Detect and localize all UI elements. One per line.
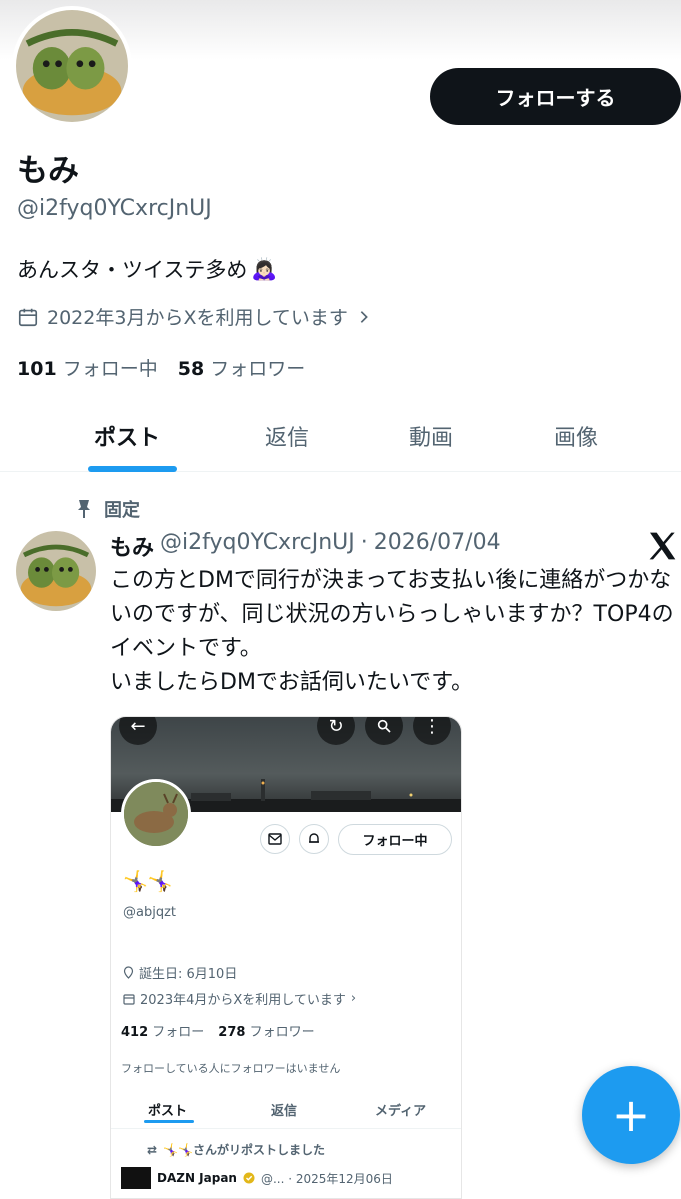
- follow-button[interactable]: フォローする: [430, 68, 681, 125]
- followers-label: フォロワー: [210, 358, 306, 380]
- following-link[interactable]: 101 フォロー中: [17, 354, 158, 381]
- screenshot-repost-indicator: ⇄ 🤸‍♀️🤸‍♀️さんがリポストしました: [147, 1141, 325, 1158]
- profile-bio: あんスタ・ツイステ多め 🙇🏻‍♀️: [17, 254, 278, 284]
- screenshot-avatar: [121, 779, 191, 849]
- joined-date[interactable]: 2022年3月からXを利用しています: [17, 303, 372, 330]
- screenshot-divider: [111, 1128, 461, 1129]
- calendar-icon: [18, 308, 38, 326]
- post-avatar[interactable]: [16, 531, 96, 611]
- screenshot-display-name: 🤸‍♀️🤸‍♀️: [123, 869, 173, 893]
- followers-link[interactable]: 58 フォロワー: [178, 354, 306, 381]
- screenshot-handle: @abjqzt: [123, 905, 177, 920]
- bio-emoji: 🙇🏻‍♀️: [251, 256, 278, 281]
- active-tab-indicator: [88, 466, 177, 472]
- screenshot-message-icon: [260, 824, 290, 854]
- repost-icon: ⇄: [147, 1142, 158, 1157]
- screenshot-active-tab-indicator: [144, 1120, 194, 1123]
- chevron-right-icon: [360, 310, 368, 323]
- avatar-image: [16, 10, 128, 122]
- profile-handle: @i2fyq0YCxrcJnUJ: [17, 196, 212, 221]
- screenshot-birthday-text: 誕生日: 6月10日: [139, 967, 238, 982]
- follow-counts: 101 フォロー中 58 フォロワー: [17, 354, 305, 381]
- profile-avatar[interactable]: [12, 6, 132, 126]
- screenshot-birthday: 誕生日: 6月10日: [123, 963, 237, 982]
- screenshot-repost-text: 🤸‍♀️🤸‍♀️さんがリポストしました: [163, 1143, 325, 1157]
- pinned-indicator: 固定: [76, 496, 140, 522]
- following-count: 101: [17, 358, 57, 380]
- screenshot-tab-media: メディア: [375, 1104, 427, 1119]
- x-logo-icon[interactable]: [646, 530, 678, 562]
- screenshot-following-count: 412: [121, 1025, 149, 1040]
- deer-image: [124, 782, 188, 846]
- screenshot-mutual-note: フォローしている人にフォロワーはいません: [121, 1062, 341, 1075]
- screenshot-post-name: DAZN Japan: [157, 1171, 237, 1185]
- following-label: フォロー中: [62, 358, 158, 380]
- verified-badge-icon: [243, 1172, 255, 1184]
- post-attached-screenshot[interactable]: ← ↻ ⋮ フォロー中 🤸‍♀️🤸‍♀️ @abjqzt 誕生日: 6月10日 …: [110, 716, 462, 1199]
- display-name: もみ: [17, 153, 79, 189]
- tab-images[interactable]: 画像: [554, 420, 598, 452]
- screenshot-followers-count: 278: [218, 1025, 246, 1040]
- post-date[interactable]: 2026/07/04: [374, 530, 501, 562]
- pinned-label: 固定: [104, 500, 140, 521]
- compose-post-button[interactable]: +: [582, 1066, 680, 1164]
- screenshot-joined: 2023年4月からXを利用しています ›: [123, 989, 356, 1008]
- screenshot-tab-replies: 返信: [271, 1104, 298, 1119]
- location-pin-icon: [123, 966, 134, 979]
- post-text: この方とDMで同行が決まってお支払い後に連絡がつかないのですが、同じ状況の方いら…: [110, 568, 674, 695]
- profile-tabs: ポスト 返信 動画 画像: [0, 400, 681, 472]
- plus-icon: +: [611, 1088, 651, 1142]
- screenshot-followers-label: フォロワー: [249, 1025, 315, 1040]
- post-header: もみ @i2fyq0YCxrcJnUJ · 2026/07/04: [110, 530, 501, 562]
- joined-text: 2022年3月からXを利用しています: [47, 307, 348, 329]
- screenshot-tab-posts: ポスト: [148, 1104, 188, 1119]
- screenshot-following-button: フォロー中: [338, 824, 452, 855]
- screenshot-post-row: DAZN Japan @... · 2025年12月06日: [121, 1167, 393, 1189]
- post-avatar-image: [16, 531, 96, 611]
- dazn-avatar: [121, 1167, 151, 1189]
- post-author-handle[interactable]: @i2fyq0YCxrcJnUJ: [160, 530, 355, 562]
- bio-text: あんスタ・ツイステ多め: [17, 258, 248, 282]
- chevron-right-icon: ›: [350, 991, 357, 1006]
- screenshot-joined-text: 2023年4月からXを利用しています: [140, 993, 346, 1008]
- tab-videos[interactable]: 動画: [409, 420, 453, 452]
- tab-replies[interactable]: 返信: [265, 420, 309, 452]
- followers-count: 58: [177, 358, 205, 380]
- tab-posts[interactable]: ポスト: [94, 420, 160, 452]
- calendar-icon: [123, 993, 135, 1005]
- pin-icon: [78, 500, 90, 518]
- post-author-name[interactable]: もみ: [110, 530, 154, 562]
- screenshot-post-meta: @... · 2025年12月06日: [260, 1171, 393, 1186]
- post-separator: ·: [360, 530, 368, 555]
- screenshot-follow-counts: 412 フォロー 278 フォロワー: [121, 1021, 315, 1040]
- screenshot-following-label: フォロー: [152, 1025, 205, 1040]
- screenshot-bell-icon: [299, 824, 329, 854]
